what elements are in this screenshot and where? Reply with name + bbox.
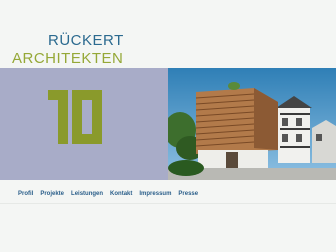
house-photo <box>168 68 336 180</box>
firm-name-line2: ARCHITEKTEN <box>12 50 124 67</box>
nav-link-profil[interactable]: Profil <box>18 191 33 197</box>
divider <box>0 203 336 204</box>
site-header: RÜCKERT ARCHITEKTEN <box>0 0 336 68</box>
ra-monogram-logo <box>48 90 102 144</box>
nav-link-kontakt[interactable]: Kontakt <box>110 191 132 197</box>
wooden-slatted-house-photo <box>168 68 336 180</box>
main-nav: Profil Projekte Leistungen Kontakt Impre… <box>18 191 198 197</box>
nav-link-impressum[interactable]: Impressum <box>139 191 171 197</box>
firm-name-line1: RÜCKERT <box>48 32 124 49</box>
nav-link-leistungen[interactable]: Leistungen <box>71 191 103 197</box>
nav-link-presse[interactable]: Presse <box>178 191 198 197</box>
nav-link-projekte[interactable]: Projekte <box>40 191 64 197</box>
